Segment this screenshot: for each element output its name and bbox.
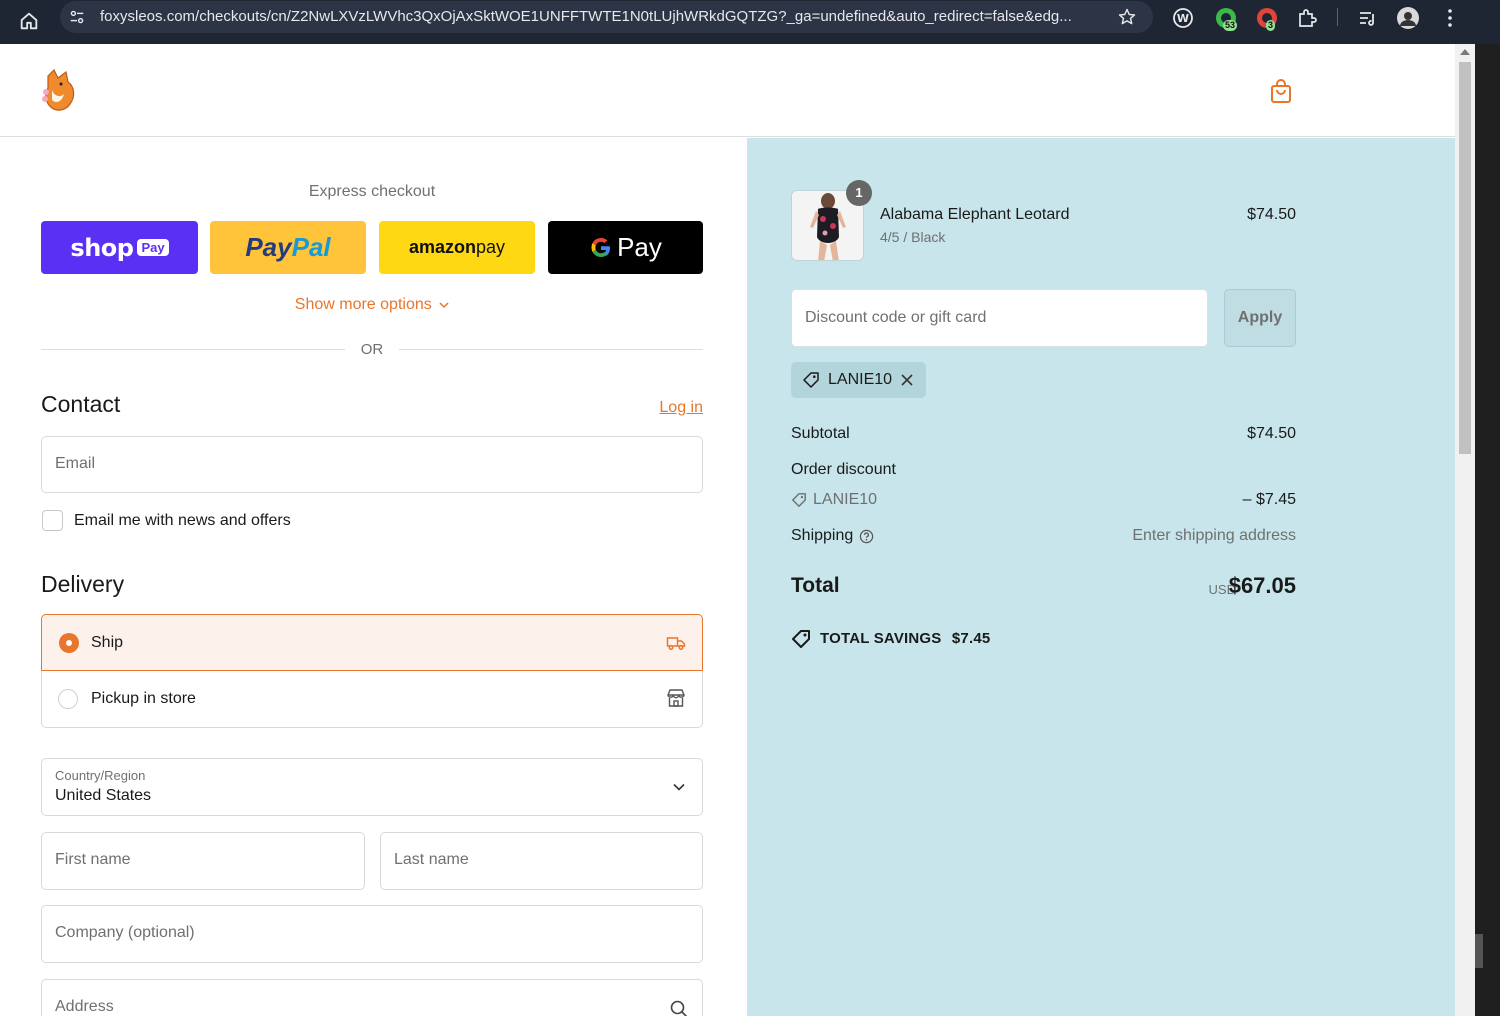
bookmark-star-icon[interactable]	[1117, 7, 1137, 27]
subtotal-label: Subtotal	[791, 425, 850, 442]
express-checkout-title: Express checkout	[308, 183, 436, 200]
truck-icon	[666, 637, 686, 650]
ship-radio[interactable]	[59, 633, 79, 653]
total-value: $67.05	[1228, 573, 1296, 598]
browser-menu-icon[interactable]	[1438, 6, 1462, 30]
email-field[interactable]: Email	[41, 436, 703, 493]
profile-avatar-icon[interactable]	[1396, 6, 1420, 30]
shop-pay-badge: Pay	[137, 239, 169, 256]
total-savings-value: $7.45	[951, 630, 991, 647]
extension-badge: 53	[1223, 20, 1238, 31]
chevron-down-icon	[673, 783, 685, 791]
svg-text:W: W	[1177, 12, 1189, 25]
checkout-form: Express checkout shop Pay Pay Pal amazon …	[0, 138, 747, 1016]
scrollbar-thumb[interactable]	[1459, 62, 1471, 454]
last-name-field[interactable]: Last name	[380, 832, 703, 890]
total-savings: TOTAL SAVINGS $7.45	[820, 630, 990, 647]
pickup-label[interactable]: Pickup in store	[91, 690, 196, 708]
discount-value: – $7.45	[1242, 491, 1296, 508]
applied-discount-code: LANIE10	[828, 371, 893, 388]
shop-pay-button[interactable]: shop Pay	[41, 221, 198, 274]
show-more-label: Show more options	[294, 296, 432, 313]
country-select[interactable]: Country/Region United States	[41, 758, 703, 816]
company-field[interactable]: Company (optional)	[41, 905, 703, 963]
address-bar[interactable]: foxysleos.com/checkouts/cn/Z2NwLXVzLWVhc…	[60, 1, 1153, 33]
side-panel-handle[interactable]	[1475, 934, 1483, 968]
site-info-icon[interactable]	[68, 8, 86, 26]
shopping-bag-icon[interactable]	[1269, 78, 1293, 104]
chevron-down-icon	[439, 302, 449, 309]
contact-heading: Contact	[41, 391, 121, 417]
page-scrollbar[interactable]	[1455, 44, 1475, 1016]
ship-label: Ship	[91, 634, 124, 651]
company-placeholder: Company (optional)	[55, 924, 195, 941]
extension-badge: 3	[1266, 20, 1276, 31]
quantity-badge: 1	[846, 180, 872, 206]
google-pay-wordmark: Pay	[617, 232, 662, 262]
total-label: Total	[791, 574, 840, 597]
newsletter-label: Email me with news and offers	[74, 512, 291, 529]
browser-toolbar: foxysleos.com/checkouts/cn/Z2NwLXVzLWVhc…	[0, 0, 1500, 44]
side-panel-strip	[1475, 44, 1500, 1016]
first-name-field[interactable]: First name	[41, 832, 365, 890]
applied-discount-chip: LANIE10	[791, 362, 926, 398]
paypal-wordmark-a: Pay	[245, 232, 292, 262]
scroll-up-arrow-icon[interactable]	[1460, 49, 1470, 55]
store-icon	[667, 689, 685, 707]
amazon-wordmark: amazon	[408, 237, 476, 257]
shipping-value: Enter shipping address	[1132, 527, 1296, 544]
delivery-option-ship[interactable]: Ship	[41, 614, 703, 671]
apply-button[interactable]: Apply	[1224, 289, 1296, 347]
shipping-label: Shipping	[791, 527, 854, 544]
address-field[interactable]: Address	[41, 979, 703, 1016]
subtotal-value: $74.50	[1247, 425, 1296, 442]
order-discount-label: Order discount	[791, 461, 896, 478]
extensions-puzzle-icon[interactable]	[1295, 6, 1319, 30]
show-more-options-link[interactable]: Show more options	[41, 296, 703, 314]
savings-tag-icon	[792, 630, 810, 648]
toolbar-separator	[1337, 8, 1338, 26]
order-summary: 1 Alabama Elephant Leotard 4/5 / Black $…	[747, 138, 1455, 1016]
search-icon	[670, 1000, 688, 1016]
first-name-placeholder: First name	[55, 851, 131, 868]
delivery-heading: Delivery	[41, 571, 125, 597]
discount-code-input[interactable]: Discount code or gift card	[791, 289, 1208, 347]
product-name: Alabama Elephant Leotard	[880, 206, 1070, 223]
url-text[interactable]: foxysleos.com/checkouts/cn/Z2NwLXVzLWVhc…	[100, 8, 1100, 25]
fox-logo[interactable]	[40, 66, 80, 114]
discount-placeholder: Discount code or gift card	[805, 309, 987, 326]
product-price: $74.50	[1247, 206, 1296, 223]
or-divider: OR	[41, 339, 703, 359]
reading-list-icon[interactable]	[1356, 6, 1380, 30]
email-placeholder: Email	[55, 455, 96, 472]
amazon-pay-wordmark: pay	[476, 237, 506, 257]
google-pay-button[interactable]: Pay	[548, 221, 703, 274]
total-savings-label: TOTAL SAVINGS	[820, 630, 942, 647]
tag-icon	[792, 493, 806, 507]
country-select-label: Country/Region	[55, 768, 146, 783]
help-circle-icon[interactable]	[859, 529, 874, 544]
paypal-wordmark-b: Pal	[291, 232, 331, 262]
pickup-radio[interactable]	[58, 689, 78, 709]
google-g-icon	[591, 237, 611, 257]
tag-icon	[803, 372, 819, 388]
discount-code-label: LANIE10	[813, 491, 878, 508]
home-icon[interactable]	[18, 10, 40, 32]
site-header	[0, 44, 1455, 137]
last-name-placeholder: Last name	[394, 851, 469, 868]
login-link[interactable]: Log in	[640, 399, 703, 417]
newsletter-checkbox[interactable]	[42, 510, 63, 531]
paypal-button[interactable]: Pay Pal	[210, 221, 366, 274]
country-select-value: United States	[55, 787, 152, 804]
amazon-pay-button[interactable]: amazon pay	[379, 221, 535, 274]
remove-discount-icon[interactable]	[899, 372, 915, 388]
address-placeholder: Address	[55, 998, 114, 1015]
shop-pay-wordmark: shop	[70, 233, 134, 262]
divider-line	[399, 349, 703, 350]
product-variant: 4/5 / Black	[880, 229, 946, 245]
wordpress-extension-icon[interactable]: W	[1171, 6, 1195, 30]
